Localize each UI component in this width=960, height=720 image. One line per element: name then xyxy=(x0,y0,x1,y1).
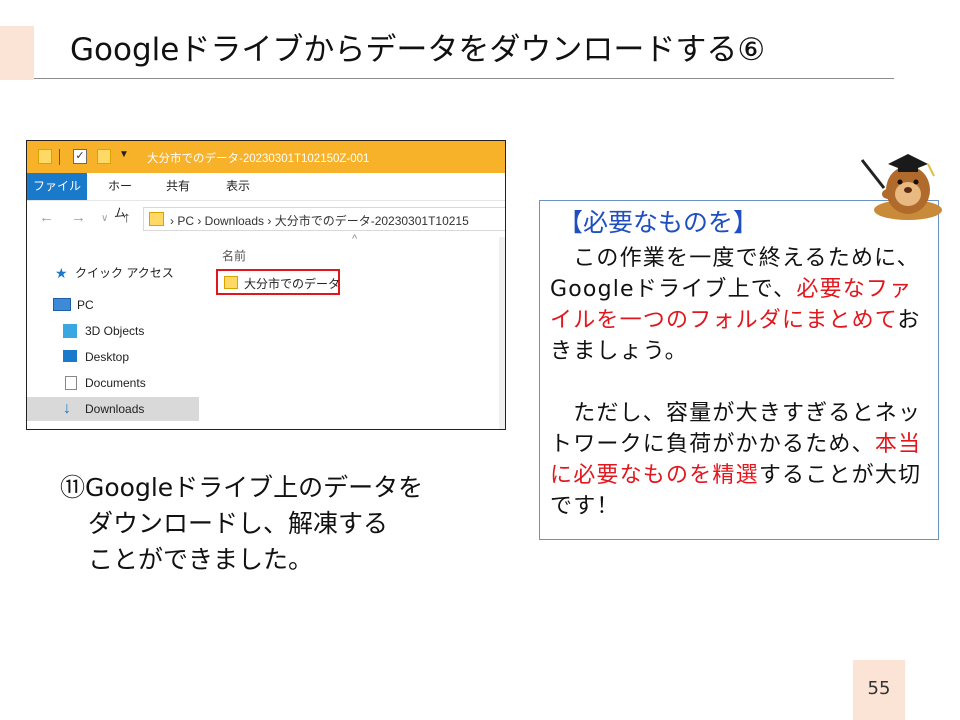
desktop-icon xyxy=(63,350,77,362)
folder-icon xyxy=(224,276,238,289)
sidebar-item-label: Downloads xyxy=(85,402,145,416)
advice-box: 【必要なものを】 この作業を一度で終えるために、Googleドライブ上で、必要な… xyxy=(539,200,939,540)
star-icon: ★ xyxy=(55,265,68,281)
download-icon: ↓ xyxy=(63,400,71,417)
recent-locations-chevron-icon[interactable]: ∨ xyxy=(101,213,108,224)
checkbox-icon[interactable]: ✓ xyxy=(73,149,87,164)
advice-paragraph: ただし、容量が大きすぎるとネットワークに負荷がかかるため、本当に必要なものを精選… xyxy=(550,398,935,522)
advice-body: この作業を一度で終えるために、Googleドライブ上で、必要なファイルを一つのフ… xyxy=(550,243,935,522)
caption-line: ⑪Googleドライブ上のデータを xyxy=(60,473,424,502)
folder-label: 大分市でのデータ xyxy=(244,277,341,291)
tab-home[interactable]: ホーム xyxy=(103,173,137,220)
sort-caret-icon[interactable]: ^ xyxy=(352,233,357,245)
cube-icon xyxy=(63,324,77,338)
advice-text: ただし、容量が大きすぎるとネットワークに負荷がかかるため、 xyxy=(550,401,922,457)
up-arrow-icon[interactable]: ↑ xyxy=(123,209,131,226)
caption-line: ことができました。 xyxy=(88,545,314,574)
vertical-scrollbar[interactable] xyxy=(499,237,505,429)
tab-view[interactable]: 表示 xyxy=(223,173,253,200)
sidebar-item-documents[interactable]: Documents xyxy=(27,371,199,395)
toolbar-separator xyxy=(59,149,60,165)
navigation-pane: ★ クイック アクセス PC 3D Objects Desktop Docume… xyxy=(27,237,199,429)
address-path: › PC › Downloads › 大分市でのデータ-20230301T102… xyxy=(170,214,469,228)
mole-mascot-icon xyxy=(860,154,942,220)
title-accent-bar xyxy=(0,26,34,80)
step-caption: ⑪Googleドライブ上のデータを ダウンロードし、解凍する ことができました。 xyxy=(60,470,423,578)
sidebar-item-desktop[interactable]: Desktop xyxy=(27,345,199,369)
column-header-name[interactable]: 名前 xyxy=(222,247,246,264)
chevron-down-icon[interactable]: ▼ xyxy=(119,149,129,160)
tab-share[interactable]: 共有 xyxy=(163,173,193,200)
advice-paragraph: この作業を一度で終えるために、Googleドライブ上で、必要なファイルを一つのフ… xyxy=(550,243,935,367)
advice-heading: 【必要なものを】 xyxy=(558,208,759,237)
ribbon-tabs: ファイル ホーム 共有 表示 xyxy=(27,173,505,220)
sidebar-item-label: Documents xyxy=(85,376,146,390)
folder-icon xyxy=(149,212,164,226)
explorer-titlebar: ✓ ▼ 大分市でのデータ-20230301T102150Z-001 xyxy=(27,141,505,173)
title-divider xyxy=(34,78,894,79)
address-bar-row: ← → ∨ ↑ › PC › Downloads › 大分市でのデータ-2023… xyxy=(27,201,505,237)
back-arrow-icon[interactable]: ← xyxy=(39,209,54,226)
pc-icon xyxy=(53,298,71,311)
sidebar-item-3d-objects[interactable]: 3D Objects xyxy=(27,319,199,343)
address-bar[interactable]: › PC › Downloads › 大分市でのデータ-20230301T102… xyxy=(143,207,505,231)
sidebar-item-label: 3D Objects xyxy=(85,324,145,338)
sidebar-item-label: Desktop xyxy=(85,350,130,364)
sidebar-item-quick-access[interactable]: ★ クイック アクセス xyxy=(27,261,199,285)
page-number: 55 xyxy=(867,678,891,699)
document-icon xyxy=(65,376,77,390)
window-title: 大分市でのデータ-20230301T102150Z-001 xyxy=(147,153,370,165)
folder-icon[interactable] xyxy=(38,149,52,164)
caption-line: ダウンロードし、解凍する xyxy=(88,509,389,538)
highlighted-folder-item[interactable]: 大分市でのデータ xyxy=(216,269,340,295)
slide-title: Googleドライブからデータをダウンロードする⑥ xyxy=(70,32,766,68)
sidebar-item-label: PC xyxy=(77,298,94,312)
file-explorer-window: ✓ ▼ 大分市でのデータ-20230301T102150Z-001 ファイル ホ… xyxy=(26,140,506,430)
page-number-box: 55 xyxy=(853,660,905,720)
sidebar-item-downloads[interactable]: ↓ Downloads xyxy=(27,397,199,421)
tab-file[interactable]: ファイル xyxy=(27,173,87,200)
sidebar-item-pc[interactable]: PC xyxy=(27,293,199,317)
forward-arrow-icon[interactable]: → xyxy=(71,209,86,226)
new-folder-icon[interactable] xyxy=(97,149,111,164)
sidebar-item-label: クイック アクセス xyxy=(75,266,174,280)
